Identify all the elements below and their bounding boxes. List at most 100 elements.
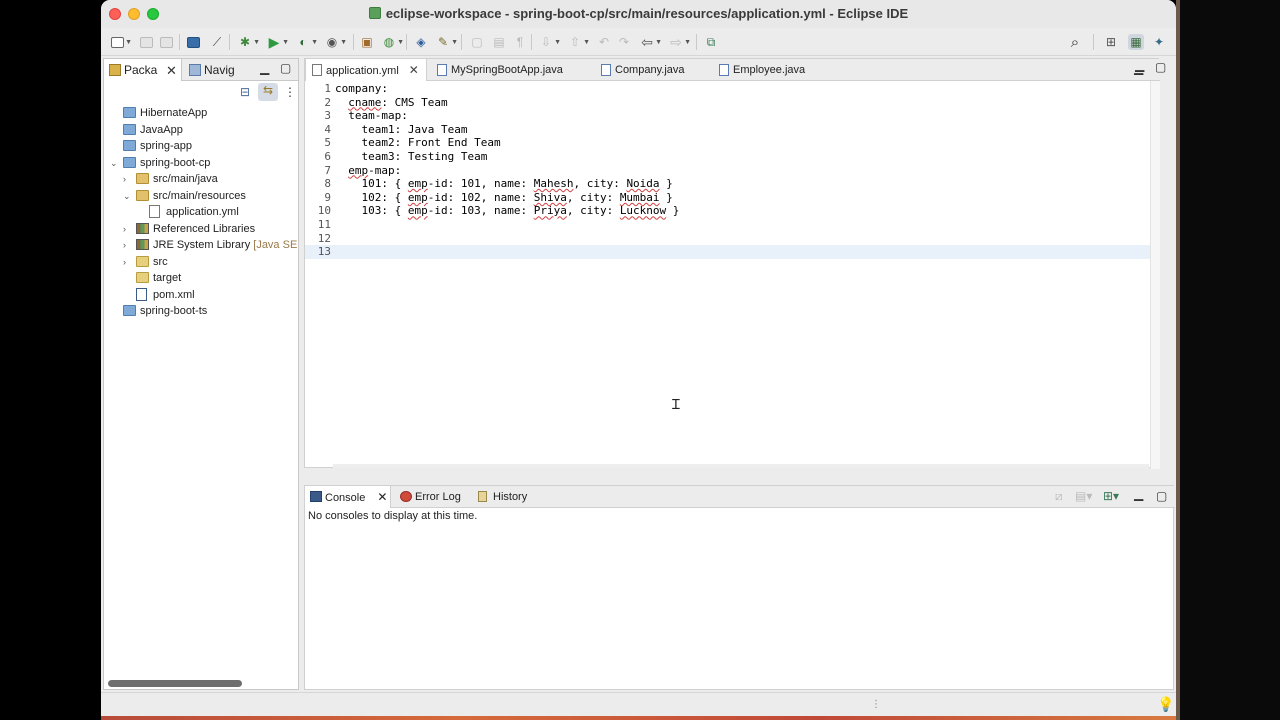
- code-area[interactable]: 1 company: 2 cname: CMS Team 3 team-map: 4 t…: [305, 81, 1150, 466]
- collapse-all-icon[interactable]: ⊟: [240, 85, 250, 99]
- save-icon[interactable]: [138, 34, 154, 50]
- editor-horizontal-scrollbar[interactable]: [333, 464, 1149, 468]
- window-title: eclipse-workspace - spring-boot-cp/src/m…: [101, 6, 1176, 21]
- close-tab-icon[interactable]: ✕: [166, 63, 177, 79]
- maximize-panel-icon[interactable]: ▢: [280, 61, 291, 75]
- tree-item-spring-boot-ts[interactable]: spring-boot-ts: [110, 303, 294, 319]
- collapse-icon[interactable]: ⌄: [123, 188, 133, 204]
- minimize-panel-icon[interactable]: ▁: [260, 61, 269, 75]
- line-number: 4: [324, 122, 331, 136]
- next-annotation-icon[interactable]: ⇩ ▼: [538, 34, 561, 50]
- debug-icon[interactable]: ✱ ▼: [237, 34, 260, 50]
- tab-console[interactable]: Console ✕: [305, 486, 391, 508]
- tree-item-pom-xml[interactable]: pom.xml: [123, 287, 294, 303]
- maximize-console-icon[interactable]: ▢: [1156, 489, 1167, 503]
- skip-breakpoints-icon[interactable]: ⟋: [209, 34, 225, 50]
- pin-console-icon[interactable]: ⧄: [1055, 489, 1063, 504]
- code-line[interactable]: 2 cname: CMS Team: [305, 96, 1150, 110]
- open-type-icon[interactable]: ◈: [413, 34, 429, 50]
- java-ee-perspective-icon[interactable]: ▦: [1128, 34, 1144, 50]
- tab-navigator[interactable]: Navig: [184, 59, 254, 81]
- expand-icon[interactable]: ›: [123, 171, 133, 187]
- code-line[interactable]: 12: [305, 232, 1150, 246]
- new-java-class-icon[interactable]: ◍ ▼: [381, 34, 404, 50]
- tab-history[interactable]: History: [473, 486, 543, 508]
- tree-item-hibernateapp[interactable]: HibernateApp: [110, 105, 294, 121]
- run-icon[interactable]: ▶ ▼: [266, 34, 289, 50]
- collapse-icon[interactable]: ⌄: [110, 155, 120, 171]
- tree-item-label: application.yml: [166, 206, 239, 218]
- tab-company-java[interactable]: Company.java: [595, 59, 705, 81]
- close-editor-tab-icon[interactable]: ✕: [409, 63, 419, 77]
- new-java-package-icon[interactable]: ▣: [359, 34, 375, 50]
- minimize-editor-area-icon[interactable]: ▁: [1135, 58, 1144, 72]
- show-whitespace-icon[interactable]: ¶: [512, 34, 528, 50]
- tree-item-target[interactable]: target: [123, 270, 294, 286]
- code-line[interactable]: 11: [305, 218, 1150, 232]
- search-icon[interactable]: ⌕: [1067, 34, 1083, 51]
- terminal-icon[interactable]: [185, 34, 201, 50]
- status-divider[interactable]: ⋮: [871, 699, 881, 710]
- tree-item-spring-boot-cp[interactable]: ⌄ spring-boot-cp: [110, 155, 294, 171]
- code-line[interactable]: 8 101: { emp-id: 101, name: Mahesh, city…: [305, 177, 1150, 191]
- new-icon[interactable]: ▼: [109, 34, 132, 50]
- code-line[interactable]: 13: [305, 245, 1150, 259]
- expand-icon[interactable]: ›: [123, 237, 133, 253]
- tree-item-referenced-libraries[interactable]: › Referenced Libraries: [123, 221, 294, 237]
- tab-error-log[interactable]: Error Log: [395, 486, 471, 508]
- forward-edit-icon[interactable]: ↷: [616, 34, 632, 50]
- mouse-cursor: Ɪ: [672, 397, 680, 413]
- tab-employee-java[interactable]: Employee.java: [713, 59, 833, 81]
- external-tools-icon[interactable]: ◉ ▼: [324, 34, 347, 50]
- previous-annotation-icon[interactable]: ⇧ ▼: [567, 34, 590, 50]
- view-menu-icon[interactable]: ⋮: [284, 85, 296, 99]
- java-file-icon: [719, 64, 729, 76]
- code-line[interactable]: 3 team-map:: [305, 109, 1150, 123]
- link-with-editor-icon[interactable]: ⇆: [258, 83, 278, 101]
- coverage-icon[interactable]: ◐ ▼: [295, 34, 318, 50]
- line-number: 12: [317, 231, 331, 245]
- open-perspective-icon[interactable]: ⊞: [1103, 34, 1119, 50]
- tip-bulb-icon[interactable]: 💡: [1157, 696, 1174, 713]
- last-edit-icon[interactable]: ↶: [596, 34, 612, 50]
- desktop-background-right: [1176, 0, 1280, 720]
- horizontal-scrollbar[interactable]: [108, 680, 242, 687]
- pin-editor-icon[interactable]: ⧉: [703, 34, 719, 50]
- tree-item-javaapp[interactable]: JavaApp: [110, 122, 294, 138]
- expand-icon[interactable]: ›: [123, 221, 133, 237]
- code-line[interactable]: 1 company:: [305, 82, 1150, 96]
- toggle-block-icon[interactable]: ▤: [491, 34, 507, 50]
- back-icon[interactable]: ⇦ ▼: [639, 34, 662, 50]
- open-console-icon[interactable]: ⊞▾: [1103, 489, 1119, 503]
- tree-item-src-main-resources[interactable]: ⌄ src/main/resources: [123, 188, 294, 204]
- save-all-icon[interactable]: [158, 34, 174, 50]
- code-line[interactable]: 9 102: { emp-id: 102, name: Shiva, city:…: [305, 191, 1150, 205]
- debug-perspective-icon[interactable]: ✦: [1151, 34, 1167, 50]
- code-line[interactable]: 6 team3: Testing Team: [305, 150, 1150, 164]
- expand-icon[interactable]: ›: [123, 254, 133, 270]
- maximize-editor-area-icon[interactable]: ▢: [1155, 60, 1166, 74]
- tab-myspringbootapp-java[interactable]: MySpringBootApp.java: [431, 59, 581, 81]
- display-console-icon[interactable]: ▤▾: [1075, 489, 1092, 503]
- tree-item-src-main-java[interactable]: › src/main/java: [123, 171, 294, 187]
- tree-item-jre-system-library[interactable]: › JRE System Library [Java SE: [123, 237, 297, 253]
- search-tools-icon[interactable]: ✎ ▼: [435, 34, 458, 50]
- close-console-tab-icon[interactable]: ✕: [377, 490, 387, 504]
- code-line[interactable]: 5 team2: Front End Team: [305, 136, 1150, 150]
- line-number: 13: [317, 245, 331, 259]
- package-explorer-icon: [109, 64, 121, 76]
- toggle-mark-icon[interactable]: ▢: [469, 34, 485, 50]
- code-line[interactable]: 4 team1: Java Team: [305, 123, 1150, 137]
- project-tree: HibernateApp JavaApp spring-app ⌄ spring-boo…: [104, 105, 298, 665]
- code-text: team-map:: [335, 109, 408, 123]
- code-line[interactable]: 10 103: { emp-id: 103, name: Priya, city…: [305, 204, 1150, 218]
- forward-icon[interactable]: ⇨ ▼: [668, 34, 691, 50]
- tree-item-src[interactable]: › src: [123, 254, 294, 270]
- tree-item-application-yml[interactable]: application.yml: [136, 204, 294, 220]
- source-folder-icon: [136, 173, 149, 184]
- tree-item-label: src: [153, 255, 168, 268]
- code-line[interactable]: 7 emp-map:: [305, 164, 1150, 178]
- tree-item-spring-app[interactable]: spring-app: [110, 138, 294, 154]
- tab-application-yml[interactable]: application.yml ✕: [305, 59, 427, 81]
- minimize-console-icon[interactable]: ▁: [1134, 487, 1143, 501]
